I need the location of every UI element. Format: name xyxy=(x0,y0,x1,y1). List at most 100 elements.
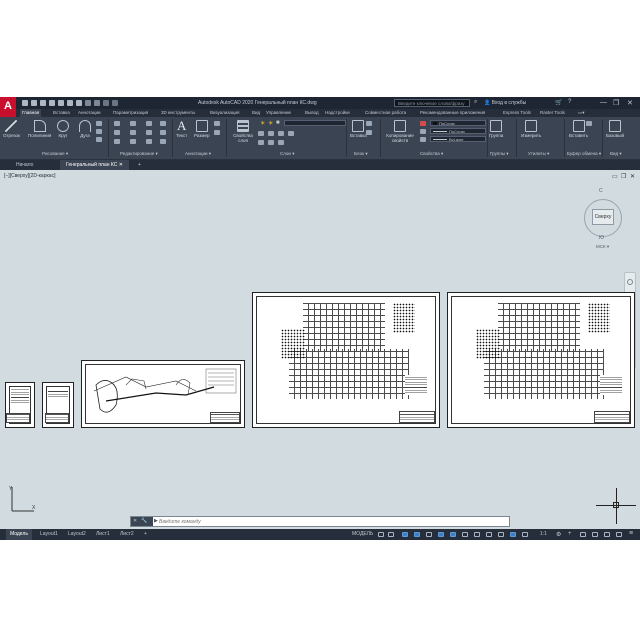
workspace-gear-icon[interactable]: ⚙ xyxy=(556,531,561,538)
web-save-icon[interactable] xyxy=(67,100,73,106)
redo-icon[interactable] xyxy=(94,100,100,106)
save-icon[interactable] xyxy=(40,100,46,106)
layer-iso-icon[interactable] xyxy=(268,131,274,136)
arc-tool-button[interactable]: Дуга xyxy=(79,120,91,138)
customization-menu-icon[interactable]: ≡ xyxy=(629,530,633,537)
snap-icon[interactable] xyxy=(388,532,394,537)
panel-view-title[interactable]: Вид ▾ xyxy=(610,151,622,157)
add-scale-icon[interactable]: + xyxy=(568,531,572,537)
web-open-icon[interactable] xyxy=(58,100,64,106)
layer-off-icon[interactable] xyxy=(278,131,284,136)
grid-icon[interactable] xyxy=(378,532,384,537)
units-icon[interactable] xyxy=(580,532,586,537)
lightbulb-icon[interactable]: ☀ xyxy=(260,120,265,127)
maximize-button[interactable]: ❐ xyxy=(613,99,619,107)
search-icon[interactable]: ⌕ xyxy=(474,99,477,106)
create-block-icon[interactable] xyxy=(366,121,372,126)
autocad-logo-button[interactable]: A xyxy=(0,97,16,117)
transparency-icon[interactable] xyxy=(474,532,480,537)
viewport-restore-icon[interactable]: ❐ xyxy=(621,173,626,180)
command-line[interactable]: ✕ 🔧 ▶ xyxy=(130,516,510,527)
viewport-close-icon[interactable]: ✕ xyxy=(630,173,635,180)
table-icon[interactable] xyxy=(214,130,220,135)
dimension-tool-button[interactable]: Размер xyxy=(194,120,209,138)
edit-block-icon[interactable] xyxy=(366,130,372,135)
hardware-acceleration-icon[interactable] xyxy=(616,532,622,537)
layer-previous-icon[interactable] xyxy=(268,140,274,145)
lineweight-icon[interactable] xyxy=(420,129,426,134)
leader-icon[interactable] xyxy=(214,121,220,126)
panel-clipboard-title[interactable]: Буфер обмена ▾ xyxy=(567,151,601,157)
layer-match-icon[interactable] xyxy=(258,140,264,145)
layout-tab-layout2[interactable]: Layout2 xyxy=(64,529,90,540)
color-icon[interactable] xyxy=(420,121,426,126)
tab-output[interactable]: Вывод xyxy=(305,110,319,115)
command-line-grip[interactable]: ✕ 🔧 xyxy=(131,517,153,526)
panel-layers-title[interactable]: Слои ▾ xyxy=(280,151,294,157)
tab-annotate[interactable]: Аннотации xyxy=(78,110,101,115)
tab-parametric[interactable]: Параметризация xyxy=(113,110,148,115)
polyline-tool-button[interactable]: Полилиния xyxy=(28,120,51,138)
viewport-controls-label[interactable]: [−][Сверху][2D-каркас] xyxy=(4,173,55,179)
tab-express-tools[interactable]: Express Tools xyxy=(503,110,531,115)
viewport-minimize-icon[interactable]: ▭ xyxy=(612,173,618,180)
dynamic-ucs-icon[interactable] xyxy=(510,532,516,537)
share-icon[interactable] xyxy=(103,100,109,106)
insert-block-button[interactable]: Вставка xyxy=(350,120,367,138)
object-snap-tracking-icon[interactable] xyxy=(438,532,444,537)
scale-icon[interactable] xyxy=(130,139,136,144)
file-tab-start[interactable]: Начало xyxy=(10,160,39,170)
fillet-icon[interactable] xyxy=(146,130,152,135)
trim-icon[interactable] xyxy=(146,121,152,126)
close-tab-icon[interactable]: ✕ xyxy=(119,162,123,168)
panel-annotation-title[interactable]: Аннотации ▾ xyxy=(185,151,211,157)
new-file-icon[interactable] xyxy=(22,100,28,106)
move-icon[interactable] xyxy=(114,121,120,126)
copy-icon[interactable] xyxy=(114,130,120,135)
layer-state-icon[interactable] xyxy=(258,131,264,136)
close-command-icon[interactable]: ✕ xyxy=(133,518,137,524)
cart-icon[interactable]: 🛒 xyxy=(555,99,562,106)
mirror-icon[interactable] xyxy=(130,130,136,135)
base-view-button[interactable]: Базовый xyxy=(606,120,624,138)
undo-icon[interactable] xyxy=(85,100,91,106)
layout-tab-model[interactable]: Модель xyxy=(6,529,32,540)
quick-access-dropdown-icon[interactable] xyxy=(112,100,118,106)
panel-modify-title[interactable]: Редактирование ▾ xyxy=(120,151,158,157)
text-tool-button[interactable]: A Текст xyxy=(176,119,187,139)
help-icon[interactable]: ? xyxy=(568,99,571,105)
close-button[interactable]: ✕ xyxy=(627,99,633,107)
tab-featured-apps[interactable]: Рекомендованные приложения xyxy=(420,110,485,115)
plot-icon[interactable] xyxy=(76,100,82,106)
tab-view[interactable]: Вид xyxy=(252,110,260,115)
layer-dropdown[interactable] xyxy=(284,120,346,126)
tab-3d-tools[interactable]: 3D инструменты xyxy=(161,110,195,115)
measure-button[interactable]: Измерить xyxy=(521,120,541,138)
save-as-icon[interactable] xyxy=(49,100,55,106)
ortho-icon[interactable] xyxy=(402,532,408,537)
open-file-icon[interactable] xyxy=(31,100,37,106)
layer-properties-button[interactable]: Свойства слоя xyxy=(231,120,255,143)
viewcube-top-face[interactable]: Сверху xyxy=(592,209,614,225)
explode-icon[interactable] xyxy=(160,130,166,135)
quick-properties-icon[interactable] xyxy=(592,532,598,537)
copy-clip-icon[interactable] xyxy=(586,121,592,126)
circle-tool-button[interactable]: Круг xyxy=(57,120,69,138)
tab-manage[interactable]: Управление xyxy=(266,110,291,115)
customize-command-icon[interactable]: 🔧 xyxy=(141,518,147,524)
line-tool-button[interactable]: Отрезок xyxy=(3,120,20,138)
rectangle-icon[interactable] xyxy=(96,121,102,126)
ellipse-icon[interactable] xyxy=(96,137,102,142)
panel-utilities-title[interactable]: Утилиты ▾ xyxy=(528,151,549,157)
isodraft-icon[interactable] xyxy=(426,532,432,537)
panel-draw-title[interactable]: Рисование ▾ xyxy=(42,151,68,157)
hatch-icon[interactable] xyxy=(96,129,102,134)
selection-cycling-icon[interactable] xyxy=(486,532,492,537)
annotation-visibility-icon[interactable] xyxy=(522,532,528,537)
file-tab-general-plan[interactable]: Генеральный план КС ✕ xyxy=(60,160,129,170)
steering-wheel-icon[interactable] xyxy=(627,279,633,285)
stretch-icon[interactable] xyxy=(114,139,120,144)
drawing-canvas[interactable]: [−][Сверху][2D-каркас] ▭ ❐ ✕ С Сверху Ю … xyxy=(0,170,640,529)
tab-addins[interactable]: Надстройки xyxy=(325,110,350,115)
match-properties-button[interactable]: Копирование свойств xyxy=(383,120,417,143)
